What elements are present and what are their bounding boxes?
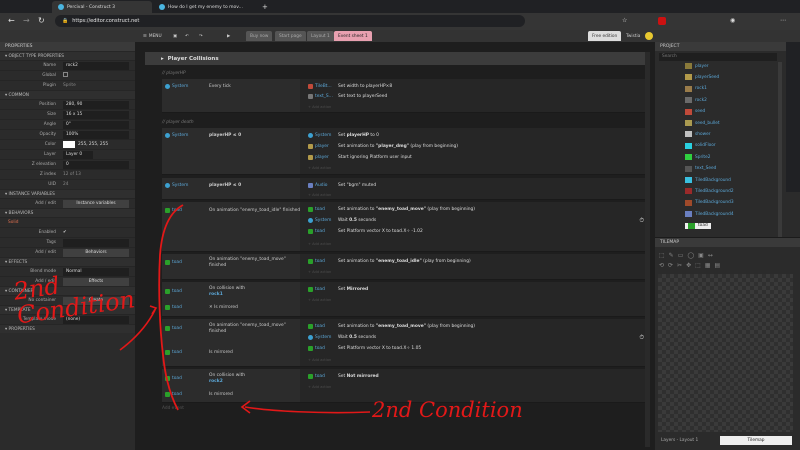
annotation-layer <box>119 204 371 414</box>
annotation-bracket <box>158 204 184 411</box>
annotation-arrow-left <box>119 309 156 351</box>
annotation-arrow-bottom <box>244 406 371 414</box>
annotation-arrowhead <box>149 305 158 315</box>
